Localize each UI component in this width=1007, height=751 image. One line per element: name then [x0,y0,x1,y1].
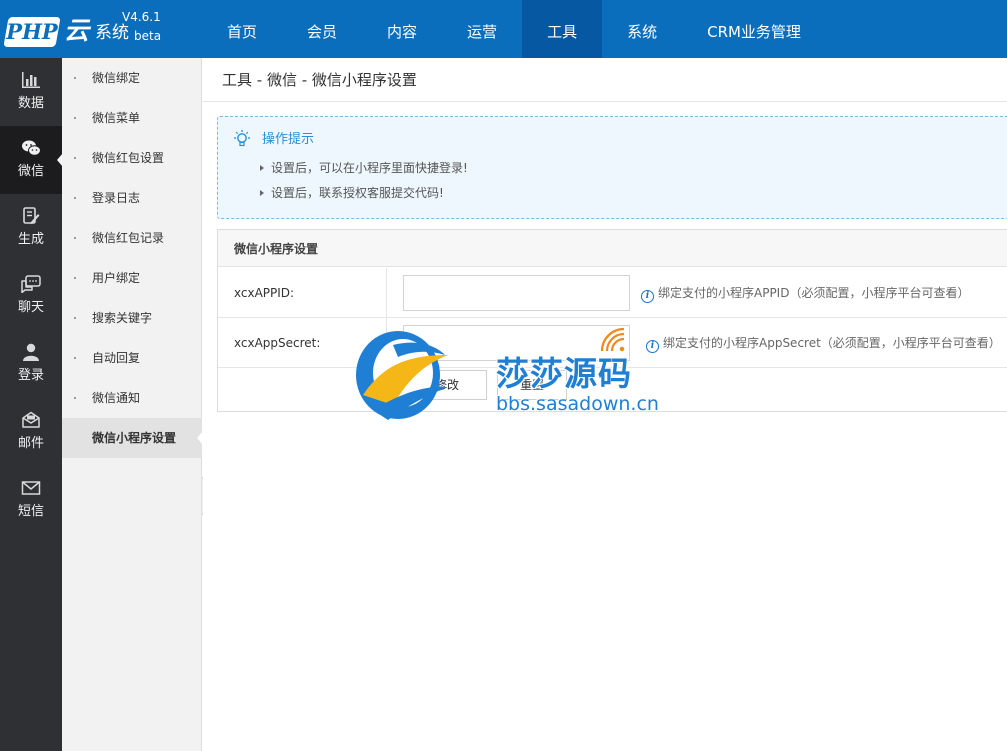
submenu-item-miniprogram-settings[interactable]: 微信小程序设置 [62,418,203,458]
module-mail[interactable]: 邮件 [0,398,62,466]
lightbulb-icon [234,130,250,147]
tips-title: 操作提示 [262,132,315,147]
bullet [74,117,76,119]
app-window: PHP 云 系统 beta V4.6.1 首页 会员 内容 运营 工具 系统 C… [0,0,1007,751]
breadcrumb: 工具 - 微信 - 微信小程序设置 [222,71,417,89]
submenu-item-login-log[interactable]: 登录日志 [62,178,202,218]
triangle-bullet-icon [260,190,264,196]
module-login[interactable]: 登录 [0,330,62,398]
nav-operation[interactable]: 运营 [442,0,522,58]
nav-system[interactable]: 系统 [602,0,682,58]
info-icon: i [646,340,659,353]
form-row-appsecret: xcxAppSecret: i 绑定支付的小程序AppSecret（必须配置，小程… [218,318,1007,368]
bullet [74,317,76,319]
user-icon [23,343,39,361]
logo[interactable]: PHP 云 系统 beta V4.6.1 [0,0,200,58]
tips-box: 操作提示 设置后，可以在小程序里面快捷登录! 设置后，联系授权客服提交代码! [217,116,1007,219]
appsecret-help: i 绑定支付的小程序AppSecret（必须配置，小程序平台可查看） [646,335,1001,353]
module-chat[interactable]: 聊天 [0,262,62,330]
bar-chart-icon [22,72,40,88]
nav-tools[interactable]: 工具 [522,0,603,58]
version-label: V4.6.1 [122,10,161,24]
module-data[interactable]: 数据 [0,58,62,126]
appsecret-label: xcxAppSecret: [234,336,321,350]
logo-php-badge: PHP [3,17,61,47]
submenu-item-redpacket-records[interactable]: 微信红包记录 [62,218,202,258]
panel-header: 微信小程序设置 [218,230,1007,267]
tip-item: 设置后，可以在小程序里面快捷登录! [260,160,468,176]
envelope-icon [21,481,41,495]
submenu-item-wechat-bind[interactable]: 微信绑定 [62,58,202,98]
form-row-appid: xcxAPPID: i 绑定支付的小程序APPID（必须配置，小程序平台可查看） [218,268,1007,318]
bullet [74,157,76,159]
top-header: PHP 云 系统 beta V4.6.1 首页 会员 内容 运营 工具 系统 C… [0,0,1007,58]
nav-member[interactable]: 会员 [282,0,362,58]
submenu-item-search-keywords[interactable]: 搜索关键字 [62,298,202,338]
appsecret-input[interactable] [403,325,630,361]
main-content: 工具 - 微信 - 微信小程序设置 操作提示 设置后，可以在小程序里面快捷登录!… [203,58,1007,751]
bullet [74,197,76,199]
nav-crm[interactable]: CRM业务管理 [682,0,826,58]
module-generate[interactable]: 生成 [0,194,62,262]
logo-yun: 云 [64,16,90,45]
info-icon: i [641,290,654,303]
submenu-item-redpacket-settings[interactable]: 微信红包设置 [62,138,202,178]
settings-panel: 微信小程序设置 xcxAPPID: i 绑定支付的小程序APPID（必须配置，小程… [217,229,1007,412]
bullet [74,237,76,239]
submenu: 微信绑定 微信菜单 微信红包设置 登录日志 微信红包记录 用户绑定 搜索关键字 … [62,58,203,751]
nav-content[interactable]: 内容 [362,0,442,58]
tip-item: 设置后，联系授权客服提交代码! [260,185,444,201]
divider [386,268,387,318]
appid-label: xcxAPPID: [234,286,295,300]
submenu-item-wechat-menu[interactable]: 微信菜单 [62,98,202,138]
submenu-item-wechat-notify[interactable]: 微信通知 [62,378,202,418]
bullet [74,397,76,399]
logo-system: 系统 [95,23,129,43]
bullet [74,277,76,279]
divider [386,318,387,368]
appid-input[interactable] [403,275,630,311]
triangle-bullet-icon [260,165,264,171]
wechat-icon [22,140,41,156]
module-sms[interactable]: 短信 [0,466,62,534]
submenu-item-auto-reply[interactable]: 自动回复 [62,338,202,378]
module-sidebar: 数据 微信 生成 聊天 登录 邮件 短信 [0,58,63,751]
bullet [74,77,76,79]
appid-help: i 绑定支付的小程序APPID（必须配置，小程序平台可查看） [641,285,969,303]
submenu-item-user-bind[interactable]: 用户绑定 [62,258,202,298]
mail-open-icon [22,411,40,428]
divider [203,101,1007,102]
nav-home[interactable]: 首页 [202,0,282,58]
generate-icon [23,207,40,224]
module-wechat[interactable]: 微信 [0,126,63,194]
logo-beta: beta [134,29,162,43]
bullet [74,357,76,359]
chat-icon [21,275,41,293]
reset-button[interactable]: 重置 [497,370,567,400]
top-nav: 首页 会员 内容 运营 工具 系统 CRM业务管理 [202,0,826,58]
submit-button[interactable]: 修改 [407,370,487,400]
